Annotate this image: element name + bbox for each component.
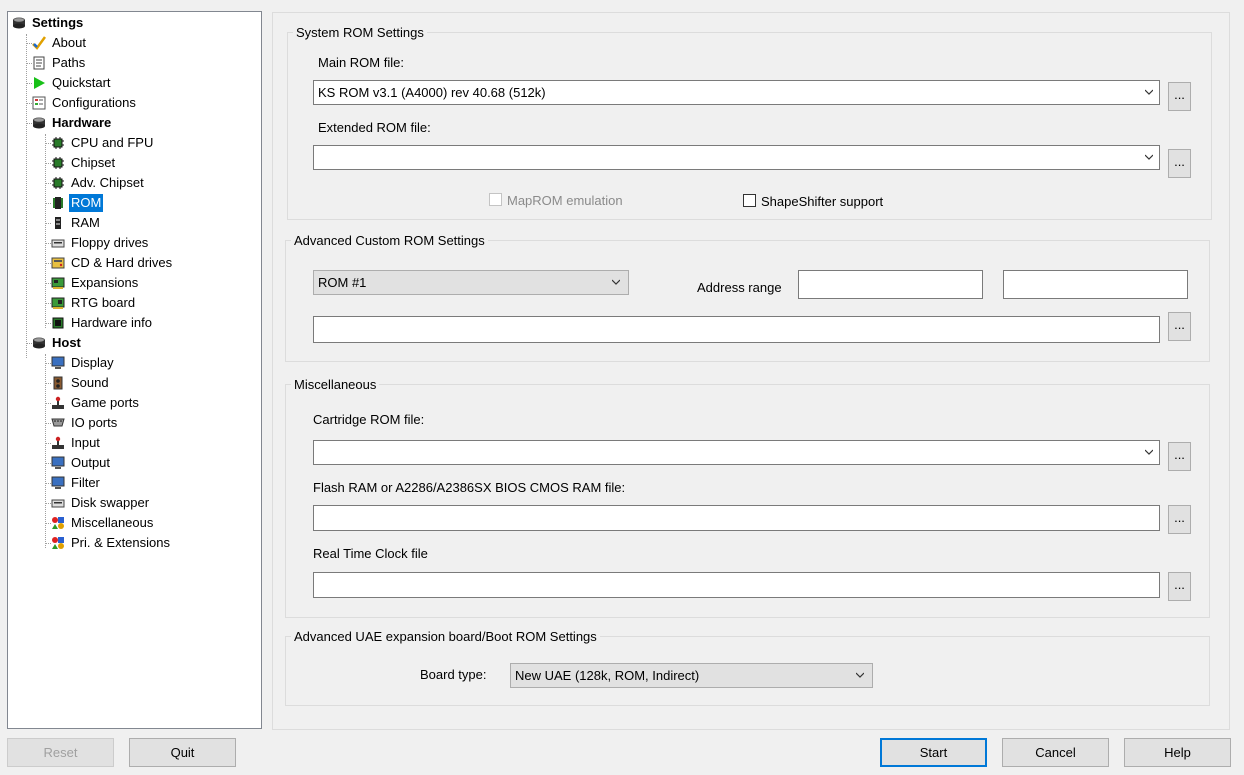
custom-rom-title: Advanced Custom ROM Settings — [291, 233, 488, 248]
main-rom-select[interactable]: KS ROM v3.1 (A4000) rev 40.68 (512k) — [313, 80, 1160, 105]
maprom-checkbox[interactable] — [489, 193, 502, 206]
cartridge-rom-browse-button[interactable]: ... — [1168, 442, 1191, 471]
main-rom-browse-button[interactable]: ... — [1168, 82, 1191, 111]
document-icon — [33, 56, 45, 70]
form-icon — [32, 96, 46, 110]
rtc-file-input[interactable] — [313, 572, 1160, 598]
disk-stack-icon — [33, 117, 45, 129]
custom-rom-value: ROM #1 — [318, 275, 367, 290]
main-rom-value: KS ROM v3.1 (A4000) rev 40.68 (512k) — [318, 85, 546, 100]
address-range-label: Address range — [697, 280, 782, 295]
reset-button[interactable]: Reset — [7, 738, 114, 767]
custom-rom-browse-button[interactable]: ... — [1168, 312, 1191, 341]
monitor-icon — [51, 356, 65, 369]
extended-rom-browse-button[interactable]: ... — [1168, 149, 1191, 178]
flash-ram-browse-button[interactable]: ... — [1168, 505, 1191, 534]
disk-stack-icon — [13, 17, 25, 29]
port-icon — [51, 418, 65, 427]
expansion-card-icon — [51, 277, 65, 289]
flash-ram-label: Flash RAM or A2286/A2386SX BIOS CMOS RAM… — [313, 480, 626, 495]
custom-rom-group — [285, 240, 1210, 362]
quit-button[interactable]: Quit — [129, 738, 236, 767]
uae-board-title: Advanced UAE expansion board/Boot ROM Se… — [291, 629, 600, 644]
maprom-label: MapROM emulation — [507, 193, 623, 208]
board-type-select[interactable]: New UAE (128k, ROM, Indirect) — [510, 663, 873, 688]
rtc-file-label: Real Time Clock file — [313, 546, 428, 561]
chevron-down-icon — [612, 279, 620, 285]
main-rom-label: Main ROM file: — [318, 55, 404, 70]
system-rom-title: System ROM Settings — [293, 25, 427, 40]
board-type-label: Board type: — [420, 667, 487, 682]
monitor-icon — [51, 476, 65, 489]
speaker-icon — [53, 376, 63, 390]
rom-chip-icon — [53, 197, 63, 209]
extended-rom-select[interactable] — [313, 145, 1160, 170]
chip-icon — [52, 157, 64, 169]
chip-icon — [52, 137, 64, 149]
chip-icon — [52, 177, 64, 189]
start-button[interactable]: Start — [880, 738, 987, 767]
address-end-input[interactable] — [1003, 270, 1188, 299]
chevron-down-icon — [1145, 154, 1153, 160]
floppy-drive-icon — [51, 499, 65, 508]
board-type-value: New UAE (128k, ROM, Indirect) — [515, 668, 700, 683]
custom-rom-select[interactable]: ROM #1 — [313, 270, 629, 295]
disk-stack-icon — [33, 337, 45, 349]
shapeshifter-checkbox[interactable] — [743, 194, 756, 207]
monitor-icon — [51, 456, 65, 469]
cancel-button[interactable]: Cancel — [1002, 738, 1109, 767]
extended-rom-label: Extended ROM file: — [318, 120, 431, 135]
info-board-icon — [52, 317, 64, 329]
joystick-icon — [52, 396, 64, 409]
hard-drive-icon — [51, 257, 65, 269]
shapes-icon — [52, 537, 64, 549]
joystick-icon — [52, 436, 64, 449]
address-start-input[interactable] — [798, 270, 983, 299]
graphics-card-icon — [51, 297, 65, 309]
shapes-icon — [52, 517, 64, 529]
play-icon — [34, 77, 45, 89]
floppy-drive-icon — [51, 239, 65, 248]
misc-title: Miscellaneous — [291, 377, 380, 392]
settings-tree[interactable]: Settings About Paths Quickstart Configur… — [7, 11, 262, 729]
help-button[interactable]: Help — [1124, 738, 1231, 767]
cartridge-rom-label: Cartridge ROM file: — [313, 412, 425, 427]
chevron-down-icon — [1145, 89, 1153, 95]
ram-icon — [55, 217, 61, 229]
flash-ram-input[interactable] — [313, 505, 1160, 531]
rtc-file-browse-button[interactable]: ... — [1168, 572, 1191, 601]
custom-rom-file-input[interactable] — [313, 316, 1160, 343]
chevron-down-icon — [856, 672, 864, 678]
checkmark-icon — [32, 36, 46, 50]
cartridge-rom-select[interactable] — [313, 440, 1160, 465]
chevron-down-icon — [1145, 449, 1153, 455]
shapeshifter-label: ShapeShifter support — [761, 194, 884, 209]
